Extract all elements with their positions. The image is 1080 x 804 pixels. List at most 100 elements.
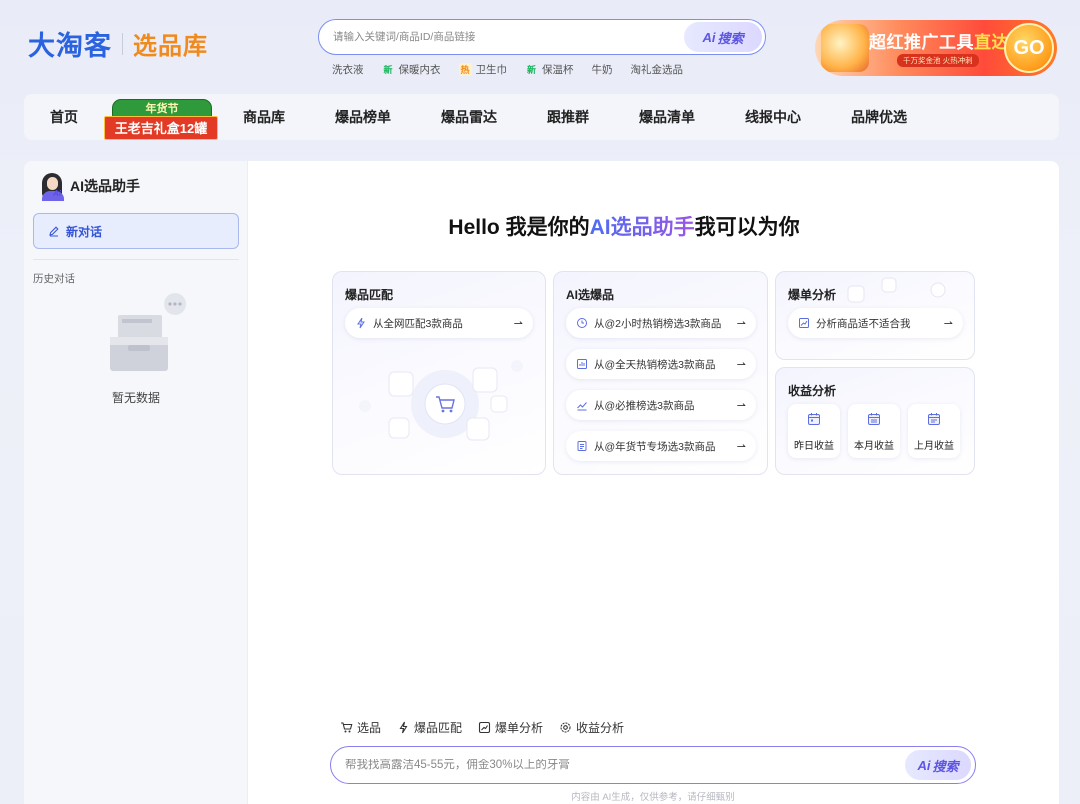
avatar-badge: Ai xyxy=(53,189,61,198)
assistant-panel: Ai AI选品助手 新对话 历史对话 暂无数据 Hello 我是你的AI选品助手… xyxy=(24,161,1059,804)
metric-this-month[interactable]: 本月收益 xyxy=(848,404,900,458)
clock-icon xyxy=(577,318,587,328)
search-input[interactable] xyxy=(319,31,684,43)
site-logo[interactable]: 大淘客 选品库 xyxy=(28,24,208,63)
logo-divider xyxy=(122,32,123,55)
hot-word[interactable]: 热 卫生巾 xyxy=(458,62,508,77)
analyze-fit-pill[interactable]: 分析商品适不适合我 ⇀ xyxy=(788,308,963,338)
trend-chart-icon xyxy=(799,318,809,328)
hot-word-label: 洗衣液 xyxy=(332,64,364,76)
card-order-analysis: 爆单分析 分析商品适不适合我 ⇀ xyxy=(775,271,975,360)
hot-word-label: 保暖内衣 xyxy=(398,64,441,76)
nav-item-home[interactable]: 首页 xyxy=(24,94,104,140)
welcome-suffix: 我可以为你 xyxy=(694,216,800,239)
nav-item-hot-list[interactable]: 爆品榜单 xyxy=(310,94,416,140)
arrow-right-icon: ⇀ xyxy=(736,440,746,453)
sidebar-divider xyxy=(33,259,239,260)
quick-income-analysis[interactable]: 收益分析 xyxy=(559,719,624,736)
calendar-icon xyxy=(868,413,880,425)
card-title: 爆品匹配 xyxy=(345,288,394,302)
nav-promo-banner[interactable]: 年货节 王老吉礼盒12罐 xyxy=(104,99,218,143)
metric-label: 昨日收益 xyxy=(794,441,834,452)
ai-sparkle-icon: Ai xyxy=(917,757,931,773)
hot-word[interactable]: 牛奶 xyxy=(592,62,613,77)
metric-yesterday[interactable]: 昨日收益 xyxy=(788,404,840,458)
match-all-web-pill[interactable]: 从全网匹配3款商品 ⇀ xyxy=(345,308,533,338)
hot-search-words: 洗衣液 新 保暖内衣 热 卫生巾 新 保温杯 牛奶 淘礼金选品 xyxy=(332,62,683,77)
card-title: 收益分析 xyxy=(788,384,837,398)
lightning-icon xyxy=(399,721,408,734)
quick-label: 收益分析 xyxy=(576,721,625,735)
quick-label: 爆单分析 xyxy=(495,721,544,735)
nav-item-products[interactable]: 商品库 xyxy=(218,94,310,140)
nav-item-deals-center[interactable]: 线报中心 xyxy=(720,94,826,140)
logo-main-text: 大淘客 xyxy=(28,31,112,62)
promo-go-button[interactable]: GO xyxy=(1004,23,1054,73)
select-must-push-pill[interactable]: 从@必推榜选3款商品 ⇀ xyxy=(566,390,756,420)
cart-icon xyxy=(341,722,353,733)
chat-input[interactable] xyxy=(331,759,905,771)
nav-banner-bottom: 王老吉礼盒12罐 xyxy=(104,116,218,140)
select-2h-hot-pill[interactable]: 从@2小时热销榜选3款商品 ⇀ xyxy=(566,308,756,338)
card-hot-match: 爆品匹配 从全网匹配3款商品 ⇀ xyxy=(332,271,546,475)
nav-item-brand-picks[interactable]: 品牌优选 xyxy=(826,94,932,140)
metric-last-month[interactable]: 上月收益 xyxy=(908,404,960,458)
new-tag: 新 xyxy=(527,65,537,75)
top-header: 大淘客 选品库 Ai 搜索 洗衣液 新 保暖内衣 热 卫生巾 新 保温杯 牛奶 … xyxy=(0,0,1080,90)
promo-subtitle: 千万奖金池 火热冲刺 xyxy=(897,54,979,67)
pill-label: 从@2小时热销榜选3款商品 xyxy=(594,317,722,330)
welcome-accent: AI选品助手 xyxy=(589,216,695,239)
chat-search-label: 搜索 xyxy=(932,758,959,774)
quick-select[interactable]: 选品 xyxy=(340,719,381,736)
trend-up-icon xyxy=(577,402,587,411)
chart-board-icon xyxy=(577,359,587,369)
card-ai-select: AI选爆品 从@2小时热销榜选3款商品 ⇀ 从@全天热销榜选3款商品 ⇀ 从@必… xyxy=(553,271,768,475)
hot-word[interactable]: 新 保温杯 xyxy=(525,62,574,77)
hot-word-label: 淘礼金选品 xyxy=(630,64,684,76)
new-tag: 新 xyxy=(383,65,393,75)
promo-banner[interactable]: 超红推广工具直达 千万奖金池 火热冲刺 GO xyxy=(815,20,1057,76)
search-button[interactable]: Ai 搜索 xyxy=(684,22,762,52)
sidebar-header: Ai AI选品助手 xyxy=(40,171,140,201)
calendar-icon xyxy=(808,413,820,425)
promo-title-main: 超红推广工具 xyxy=(869,33,974,52)
arrow-right-icon: ⇀ xyxy=(943,317,953,330)
new-chat-label: 新对话 xyxy=(66,224,103,239)
card-title: 爆单分析 xyxy=(788,288,837,302)
arrow-right-icon: ⇀ xyxy=(736,317,746,330)
arrow-right-icon: ⇀ xyxy=(513,317,523,330)
empty-inbox-icon xyxy=(110,293,186,371)
decor-icons xyxy=(847,277,946,303)
welcome-prefix: Hello 我是你的 xyxy=(448,216,590,239)
new-chat-button[interactable]: 新对话 xyxy=(33,213,239,249)
quick-hot-match[interactable]: 爆品匹配 xyxy=(397,719,462,736)
card-title: AI选爆品 xyxy=(566,288,615,302)
cart-illustration-icon xyxy=(359,360,523,441)
nav-item-hot-inventory[interactable]: 爆品清单 xyxy=(614,94,720,140)
arrow-right-icon: ⇀ xyxy=(736,399,746,412)
gift-box-icon xyxy=(821,24,869,72)
pill-label: 从全网匹配3款商品 xyxy=(373,317,463,330)
pill-label: 从@年货节专场选3款商品 xyxy=(594,440,716,453)
sidebar: Ai AI选品助手 新对话 历史对话 暂无数据 xyxy=(24,161,248,804)
history-label: 历史对话 xyxy=(33,273,75,285)
chat-search-button[interactable]: Ai 搜索 xyxy=(905,750,971,780)
hot-word[interactable]: 新 保暖内衣 xyxy=(382,62,441,77)
hot-word[interactable]: 洗衣液 xyxy=(332,62,364,77)
hot-word[interactable]: 淘礼金选品 xyxy=(631,62,684,77)
welcome-heading: Hello 我是你的AI选品助手我可以为你 xyxy=(248,211,1000,241)
main-nav: 首页 年货节 王老吉礼盒12罐 商品库 爆品榜单 爆品雷达 跟推群 爆品清单 线… xyxy=(24,94,1059,140)
hot-word-label: 卫生巾 xyxy=(475,64,508,76)
hot-word-label: 牛奶 xyxy=(591,64,613,76)
ai-sparkle-icon: Ai xyxy=(702,29,716,45)
sidebar-title: AI选品助手 xyxy=(70,178,140,194)
nav-item-follow-group[interactable]: 跟推群 xyxy=(522,94,614,140)
select-daily-hot-pill[interactable]: 从@全天热销榜选3款商品 ⇀ xyxy=(566,349,756,379)
quick-label: 爆品匹配 xyxy=(414,721,463,735)
pill-label: 从@全天热销榜选3款商品 xyxy=(594,358,716,371)
nav-item-hot-radar[interactable]: 爆品雷达 xyxy=(416,94,522,140)
chat-content: Hello 我是你的AI选品助手我可以为你 爆品匹配 从全网匹配3款商品 ⇀ A… xyxy=(248,161,1059,804)
quick-order-analysis[interactable]: 爆单分析 xyxy=(478,719,543,736)
select-new-year-pill[interactable]: 从@年货节专场选3款商品 ⇀ xyxy=(566,431,756,461)
empty-state-text: 暂无数据 xyxy=(111,391,160,405)
